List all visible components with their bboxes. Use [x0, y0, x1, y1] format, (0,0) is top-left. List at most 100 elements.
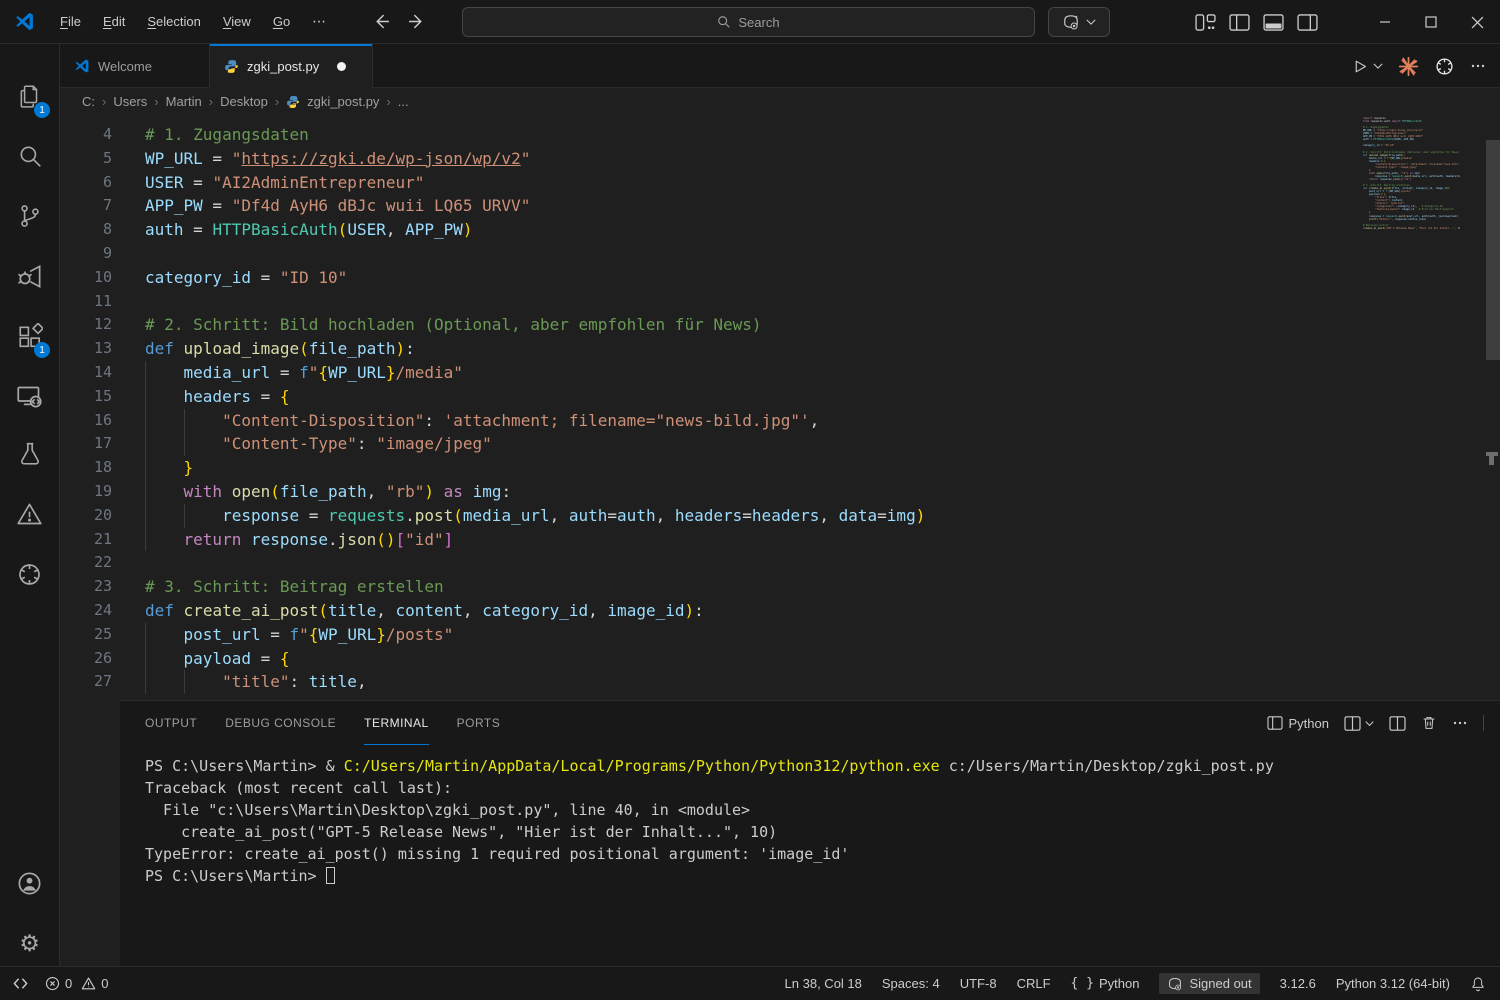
menu-edit[interactable]: Edit	[92, 8, 136, 36]
extension-starburst-icon[interactable]	[1398, 56, 1419, 77]
indent-guide	[145, 623, 184, 647]
toggle-secondary-sidebar-icon[interactable]	[1297, 14, 1318, 31]
encoding-status[interactable]: UTF-8	[960, 976, 997, 991]
warning-icon	[81, 976, 96, 991]
menu-file[interactable]: File	[49, 8, 92, 36]
line-number: 8	[60, 218, 112, 242]
split-terminal-icon[interactable]	[1389, 716, 1406, 731]
sidebar-item-testing[interactable]	[0, 430, 59, 478]
breadcrumb-item[interactable]: Martin	[166, 94, 202, 109]
indentation-status[interactable]: Spaces: 4	[882, 976, 940, 991]
sidebar-item-search[interactable]	[0, 132, 59, 180]
nav-forward-button[interactable]	[408, 13, 425, 30]
error-icon	[45, 976, 60, 991]
panel-header: OUTPUT DEBUG CONSOLE TERMINAL PORTS Pyth…	[120, 701, 1500, 745]
tab-zgki-post[interactable]: zgki_post.py	[210, 44, 373, 88]
tab-terminal[interactable]: TERMINAL	[364, 702, 429, 745]
sidebar-item-run-debug[interactable]	[0, 252, 59, 300]
indent-guide	[184, 504, 223, 528]
menu-view[interactable]: View	[212, 8, 262, 36]
activity-bar: 1 1 ⚙	[0, 44, 60, 966]
error-count: 0	[65, 976, 72, 991]
eol-status[interactable]: CRLF	[1017, 976, 1051, 991]
kill-terminal-trash-icon[interactable]	[1421, 715, 1437, 731]
line-number: 7	[60, 194, 112, 218]
overview-ruler-marker	[1486, 452, 1498, 456]
breadcrumb-item[interactable]: C:	[82, 94, 95, 109]
terminal-line[interactable]: PS C:\Users\Martin>	[145, 865, 1500, 887]
indent-guide	[145, 456, 184, 480]
more-actions-icon[interactable]	[1470, 58, 1486, 74]
code-editor[interactable]: 4# 1. Zugangsdaten5WP_URL = "https://zgk…	[60, 115, 1500, 700]
code-line: 16"Content-Disposition": 'attachment; fi…	[60, 409, 1500, 433]
sidebar-item-problems[interactable]	[0, 490, 59, 538]
line-number: 9	[60, 242, 112, 266]
chevron-down-icon	[1086, 18, 1096, 26]
menu-selection[interactable]: Selection	[136, 8, 211, 36]
line-number: 12	[60, 313, 112, 337]
minimize-button[interactable]	[1362, 0, 1408, 44]
copilot-signin-status[interactable]: Signed out	[1159, 973, 1259, 994]
nav-back-button[interactable]	[373, 13, 390, 30]
sidebar-item-explorer[interactable]: 1	[0, 72, 59, 120]
menu-go[interactable]: Go	[262, 8, 301, 36]
tab-welcome[interactable]: Welcome	[60, 44, 210, 88]
account-icon[interactable]	[0, 859, 59, 907]
toggle-primary-sidebar-icon[interactable]	[1229, 14, 1250, 31]
maximize-button[interactable]	[1408, 0, 1454, 44]
close-window-button[interactable]	[1454, 0, 1500, 44]
breadcrumb-file[interactable]: zgki_post.py	[307, 94, 379, 109]
sidebar-item-source-control[interactable]	[0, 192, 59, 240]
notifications-bell-icon[interactable]	[1470, 976, 1486, 992]
interpreter-status[interactable]: Python 3.12 (64-bit)	[1336, 976, 1450, 991]
line-number: 10	[60, 266, 112, 290]
sidebar-item-extensions[interactable]: 1	[0, 312, 59, 360]
menu-more-button[interactable]: ⋯	[301, 13, 337, 30]
language-mode-status[interactable]: { } Python	[1071, 976, 1140, 991]
python-file-icon	[224, 59, 239, 74]
settings-gear-icon[interactable]: ⚙	[0, 920, 59, 968]
copilot-menu-button[interactable]	[1048, 7, 1110, 37]
editor-scrollbar[interactable]	[1486, 140, 1500, 360]
tab-label: Welcome	[98, 59, 152, 74]
tab-output[interactable]: OUTPUT	[145, 702, 197, 745]
bottom-panel: OUTPUT DEBUG CONSOLE TERMINAL PORTS Pyth…	[120, 700, 1500, 966]
terminal-output[interactable]: PS C:\Users\Martin> & C:/Users/Martin/Ap…	[120, 745, 1500, 887]
minimap[interactable]: import requestsfrom requests.auth import…	[1363, 117, 1460, 230]
search-input[interactable]: Search	[462, 7, 1035, 37]
breadcrumb-item[interactable]: Users	[113, 94, 147, 109]
modified-dot-icon[interactable]	[337, 62, 346, 71]
toggle-panel-icon[interactable]	[1263, 14, 1284, 31]
terminal-shell-item[interactable]: Python	[1267, 716, 1329, 731]
braces-icon: { }	[1071, 976, 1094, 991]
customize-layout-icon[interactable]	[1195, 14, 1216, 31]
problems-status[interactable]: 0 0	[45, 976, 108, 991]
indent-guide	[145, 528, 184, 552]
run-python-button[interactable]	[1352, 58, 1383, 75]
breadcrumb[interactable]: C:› Users› Martin› Desktop› zgki_post.py…	[60, 88, 1500, 115]
code-line: 23# 3. Schritt: Beitrag erstellen	[60, 575, 1500, 599]
new-terminal-button[interactable]	[1344, 716, 1374, 731]
remote-indicator-icon[interactable]	[12, 975, 29, 992]
sidebar-item-remote-explorer[interactable]	[0, 372, 59, 420]
tab-ports[interactable]: PORTS	[457, 702, 501, 745]
line-number: 26	[60, 647, 112, 671]
code-line: 22	[60, 551, 1500, 575]
sidebar-item-chatgpt[interactable]	[0, 550, 59, 598]
more-actions-icon[interactable]	[1452, 715, 1468, 731]
chatgpt-action-icon[interactable]	[1434, 56, 1455, 77]
status-bar: 0 0 Ln 38, Col 18 Spaces: 4 UTF-8 CRLF {…	[0, 966, 1500, 1000]
line-number: 23	[60, 575, 112, 599]
cursor-position-status[interactable]: Ln 38, Col 18	[785, 976, 862, 991]
vscode-tab-icon	[74, 58, 90, 74]
code-line: 6USER = "AI2AdminEntrepreneur"	[60, 171, 1500, 195]
breadcrumb-tail[interactable]: ...	[398, 94, 409, 109]
terminal-line: File "c:\Users\Martin\Desktop\zgki_post.…	[145, 799, 1500, 821]
python-version-status[interactable]: 3.12.6	[1280, 976, 1316, 991]
indent-guide	[145, 647, 184, 671]
line-number: 19	[60, 480, 112, 504]
title-bar: FileEditSelectionViewGo ⋯ Search	[0, 0, 1500, 44]
breadcrumb-item[interactable]: Desktop	[220, 94, 268, 109]
line-number: 22	[60, 551, 112, 575]
tab-debug-console[interactable]: DEBUG CONSOLE	[225, 702, 336, 745]
